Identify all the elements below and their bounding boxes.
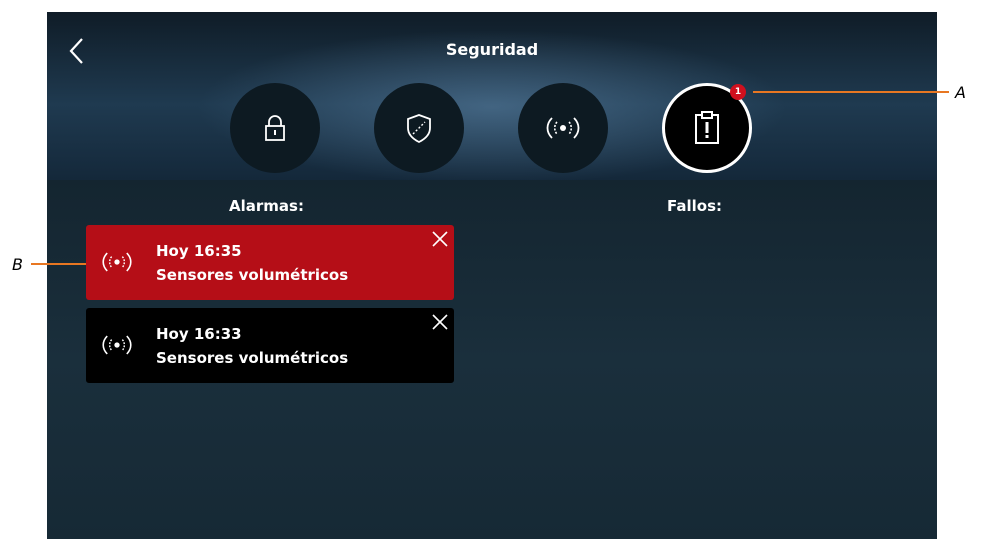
close-icon[interactable] [432,231,448,247]
tab-lock[interactable] [230,83,320,173]
callout-a-label: A [955,83,966,102]
report-alert-icon [695,111,719,144]
callout-b-label: B [12,255,23,274]
alarms-title: Alarmas: [229,197,304,215]
tab-sensors[interactable] [518,83,608,173]
header [47,12,937,180]
sensor-icon [102,335,132,355]
alarm-name: Sensores volumétricos [156,349,349,367]
notification-badge: 1 [730,84,746,100]
page-title: Seguridad [445,40,539,59]
alarm-name: Sensores volumétricos [156,266,349,284]
alarm-item[interactable]: Hoy 16:35 Sensores volumétricos [86,225,454,300]
tab-shield[interactable] [374,83,464,173]
callout-a-line [753,91,949,93]
alarm-item[interactable]: Hoy 16:33 Sensores volumétricos [86,308,454,383]
faults-title: Fallos: [667,197,723,215]
close-icon[interactable] [432,314,448,330]
shield-icon [407,114,431,144]
callout-b-line [31,263,86,265]
sensor-icon [102,252,132,272]
sensor-icon [546,117,580,139]
lock-icon [265,115,285,141]
alarm-time: Hoy 16:33 [156,325,242,343]
alarm-time: Hoy 16:35 [156,242,242,260]
